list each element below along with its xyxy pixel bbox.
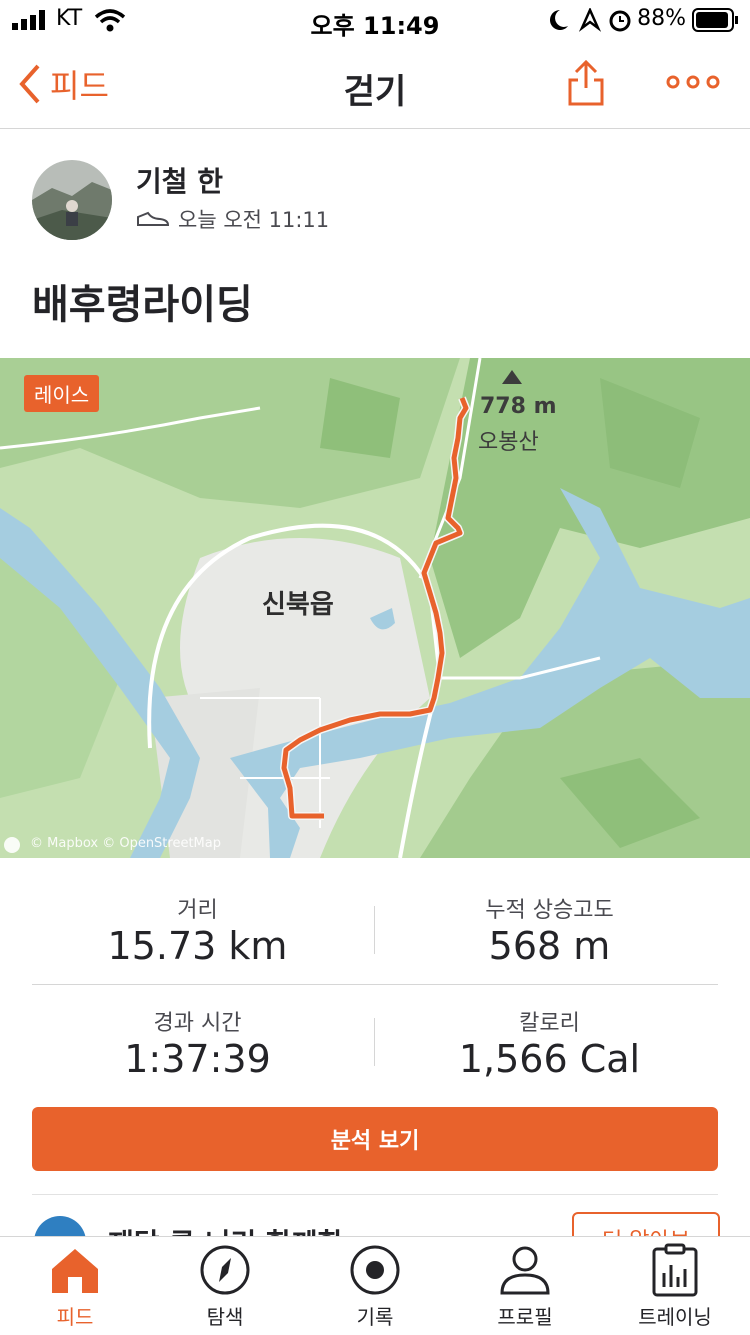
elevation-value: 568 m [488, 924, 611, 968]
time-label: 경과 시간 [153, 1011, 242, 1036]
activity-timestamp: 오늘 오전 11:11 [178, 208, 330, 232]
tab-label: 프로필 [497, 1305, 553, 1329]
distance-label: 거리 [177, 898, 218, 923]
tab-feed[interactable]: 피드 [0, 1237, 150, 1335]
tab-label: 기록 [356, 1305, 394, 1329]
peak-name: 오봉산 [478, 430, 539, 455]
tab-label: 탐색 [206, 1305, 244, 1329]
share-icon[interactable] [566, 58, 606, 108]
time-value: 1:37:39 [124, 1037, 271, 1081]
compass-icon [200, 1245, 250, 1295]
tab-label: 트레이닝 [638, 1305, 712, 1329]
tab-label: 피드 [56, 1305, 94, 1329]
status-bar: KT 오후 11:49 88% [0, 0, 750, 40]
elevation-label: 누적 상승고도 [485, 898, 614, 923]
more-icon[interactable] [664, 68, 722, 96]
profile-icon [500, 1246, 550, 1295]
tab-training[interactable]: 트레이닝 [600, 1237, 750, 1335]
home-icon [52, 1249, 98, 1293]
battery-percent: 88% [637, 6, 686, 31]
training-icon [652, 1243, 698, 1297]
shoe-icon [137, 211, 170, 226]
nav-bar: 피드 걷기 [0, 40, 750, 129]
battery-icon [692, 8, 738, 32]
route-map[interactable] [0, 358, 750, 858]
calories-value: 1,566 Cal [458, 1037, 641, 1081]
avatar[interactable] [32, 160, 112, 240]
activity-title[interactable]: 배후령라이딩 [32, 272, 253, 330]
analysis-button[interactable]: 분석 보기 [32, 1107, 718, 1171]
town-label: 신북읍 [262, 590, 334, 620]
activity-meta: 오늘 오전 11:11 [136, 204, 329, 234]
race-badge: 레이스 [24, 375, 100, 412]
tab-record[interactable]: 기록 [300, 1237, 450, 1335]
tab-explore[interactable]: 탐색 [150, 1237, 300, 1335]
distance-value: 15.73 km [107, 924, 288, 968]
record-icon [350, 1245, 400, 1295]
map-attribution[interactable]: © Mapbox © OpenStreetMap [30, 836, 221, 851]
tab-profile[interactable]: 프로필 [450, 1237, 600, 1335]
status-icons [550, 8, 631, 32]
page-title: 걷기 [343, 72, 407, 112]
section-divider [32, 1194, 718, 1195]
map-canvas [0, 358, 750, 858]
calories-label: 칼로리 [519, 1011, 580, 1036]
user-name[interactable]: 기철 한 [136, 160, 223, 200]
tab-bar: 피드 탐색 기록 프로필 트레이닝 [0, 1236, 750, 1335]
avatar-photo [32, 160, 112, 240]
stats-divider [32, 984, 718, 985]
peak-altitude: 778 m [480, 394, 557, 419]
